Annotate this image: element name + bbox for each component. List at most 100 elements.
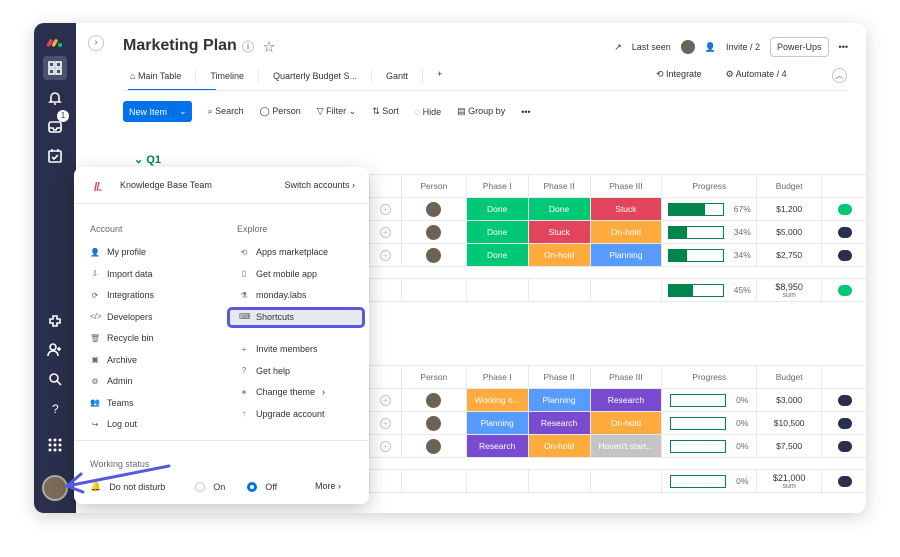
menu-item-teams[interactable]: 👥 Teams xyxy=(90,398,134,408)
status-cell[interactable]: Done xyxy=(465,197,529,221)
status-cell[interactable]: Planning xyxy=(527,388,591,412)
automate-button[interactable]: ⚙ Automate / 4 xyxy=(726,69,787,80)
menu-item-get-mobile-app[interactable]: ▯ Get mobile app xyxy=(239,269,317,279)
menu-item-import-data[interactable]: ⇩ Import data xyxy=(90,269,153,279)
tag-chip[interactable] xyxy=(838,203,853,215)
person-avatar[interactable] xyxy=(426,438,442,454)
person-avatar[interactable] xyxy=(426,247,442,263)
person-filter-button[interactable]: ◯ Person xyxy=(260,106,301,117)
person-avatar[interactable] xyxy=(426,415,442,431)
status-cell[interactable]: Done xyxy=(527,197,591,221)
column-header[interactable]: Phase II xyxy=(527,365,591,389)
workspace-grid-icon[interactable] xyxy=(43,56,67,80)
toolbar-more-icon[interactable]: ••• xyxy=(521,107,530,117)
person-cell[interactable] xyxy=(400,434,467,458)
person-cell[interactable] xyxy=(400,243,467,267)
on-radio[interactable] xyxy=(195,481,206,492)
chevron-down-icon[interactable]: ⌄ xyxy=(174,106,192,117)
my-work-icon[interactable] xyxy=(43,144,67,168)
column-header[interactable]: Person xyxy=(400,365,467,389)
monday-logo-icon[interactable] xyxy=(43,30,67,54)
menu-item-recycle-bin[interactable]: 🗑 Recycle bin xyxy=(90,333,154,343)
person-avatar[interactable] xyxy=(426,224,442,240)
power-ups-button[interactable]: Power-Ups xyxy=(770,37,829,57)
item-actions[interactable]: + xyxy=(369,243,402,267)
extra-cell[interactable] xyxy=(821,243,866,267)
status-cell[interactable]: Research xyxy=(465,434,529,458)
expand-sidebar-icon[interactable]: › xyxy=(88,35,104,51)
new-item-label[interactable]: New Item xyxy=(123,106,175,117)
group-title[interactable]: ⌄ Q1 xyxy=(134,153,161,166)
extra-cell[interactable] xyxy=(821,434,866,458)
person-cell[interactable] xyxy=(400,220,467,244)
person-avatar[interactable] xyxy=(426,392,442,408)
apps-icon[interactable] xyxy=(43,309,67,333)
status-cell[interactable]: Done xyxy=(465,243,529,267)
tag-chip[interactable] xyxy=(838,284,853,296)
column-header[interactable]: Person xyxy=(400,174,467,198)
add-update-icon[interactable]: + xyxy=(379,417,391,429)
tab-gantt[interactable]: Gantt xyxy=(386,69,424,83)
board-info-icons[interactable]: ⓘ☆ xyxy=(242,38,284,55)
more-link[interactable]: More › xyxy=(315,481,341,491)
extra-cell[interactable] xyxy=(821,411,866,435)
status-cell[interactable]: Done xyxy=(465,220,529,244)
more-menu-icon[interactable]: ••• xyxy=(839,42,848,52)
menu-item-archive[interactable]: ▣ Archive xyxy=(90,355,137,365)
menu-item-invite-members[interactable]: + Invite members xyxy=(239,344,318,354)
menu-item-shortcuts[interactable]: ⌨ Shortcuts xyxy=(239,312,294,322)
bell-icon[interactable] xyxy=(43,86,67,110)
budget-cell[interactable]: $3,000 xyxy=(756,388,823,412)
tag-chip[interactable] xyxy=(838,417,853,429)
search-button[interactable]: ⌕ Search xyxy=(208,106,244,117)
column-header[interactable]: Phase I xyxy=(465,174,529,198)
menu-item-monday-labs[interactable]: ⚗ monday.labs xyxy=(239,290,306,300)
menu-item-log-out[interactable]: ↪ Log out xyxy=(90,419,137,429)
board-title[interactable]: Marketing Plan xyxy=(123,37,237,55)
extra-cell[interactable] xyxy=(821,278,866,302)
tag-chip[interactable] xyxy=(838,249,853,261)
person-cell[interactable] xyxy=(400,388,467,412)
item-actions[interactable]: + xyxy=(369,220,402,244)
add-update-icon[interactable]: + xyxy=(379,249,391,261)
add-update-icon[interactable]: + xyxy=(379,226,391,238)
status-cell[interactable]: Stuck xyxy=(589,197,663,221)
add-view-button[interactable]: + xyxy=(437,69,442,83)
column-header[interactable]: Phase III xyxy=(589,174,663,198)
search-icon[interactable] xyxy=(43,367,67,391)
budget-cell[interactable]: $5,000 xyxy=(756,220,823,244)
status-cell[interactable]: Haven't start... xyxy=(589,434,663,458)
group-by-button[interactable]: ▤ Group by xyxy=(457,106,505,117)
budget-cell[interactable]: $7,500 xyxy=(756,434,823,458)
apps-grid-icon[interactable] xyxy=(43,433,67,457)
column-header[interactable]: Budget xyxy=(756,365,823,389)
item-actions[interactable]: + xyxy=(369,388,402,412)
activity-icon[interactable]: ↗ xyxy=(614,42,622,53)
status-cell[interactable]: Planning xyxy=(465,411,529,435)
item-actions[interactable]: + xyxy=(369,434,402,458)
last-seen-label[interactable]: Last seen xyxy=(632,42,671,52)
sort-button[interactable]: ⇅ Sort xyxy=(372,106,399,117)
person-cell[interactable] xyxy=(400,411,467,435)
help-icon[interactable]: ? xyxy=(43,396,67,420)
off-radio[interactable] xyxy=(247,481,258,492)
column-header[interactable]: Phase III xyxy=(589,365,663,389)
extra-cell[interactable] xyxy=(821,388,866,412)
column-header[interactable]: Budget xyxy=(756,174,823,198)
item-actions[interactable]: + xyxy=(369,197,402,221)
collapse-header-icon[interactable]: ︿ xyxy=(832,68,847,83)
add-update-icon[interactable]: + xyxy=(379,394,391,406)
star-icon[interactable]: ☆ xyxy=(263,40,284,54)
tag-chip[interactable] xyxy=(838,394,853,406)
menu-item-apps-marketplace[interactable]: ⟲ Apps marketplace xyxy=(239,247,328,257)
menu-item-developers[interactable]: </> Developers xyxy=(90,312,153,322)
status-cell[interactable]: On-hold xyxy=(589,220,663,244)
person-avatar[interactable] xyxy=(426,201,442,217)
menu-item-integrations[interactable]: ⟳ Integrations xyxy=(90,290,154,300)
filter-button[interactable]: ▽ Filter ⌄ xyxy=(317,106,356,117)
menu-item-admin[interactable]: ⚙ Admin xyxy=(90,376,132,386)
integrate-button[interactable]: ⟲ Integrate xyxy=(656,69,702,80)
menu-item-my-profile[interactable]: 👤 My profile xyxy=(90,247,146,257)
budget-cell[interactable]: $1,200 xyxy=(756,197,823,221)
invite-button[interactable]: Invite / 2 xyxy=(726,42,760,52)
